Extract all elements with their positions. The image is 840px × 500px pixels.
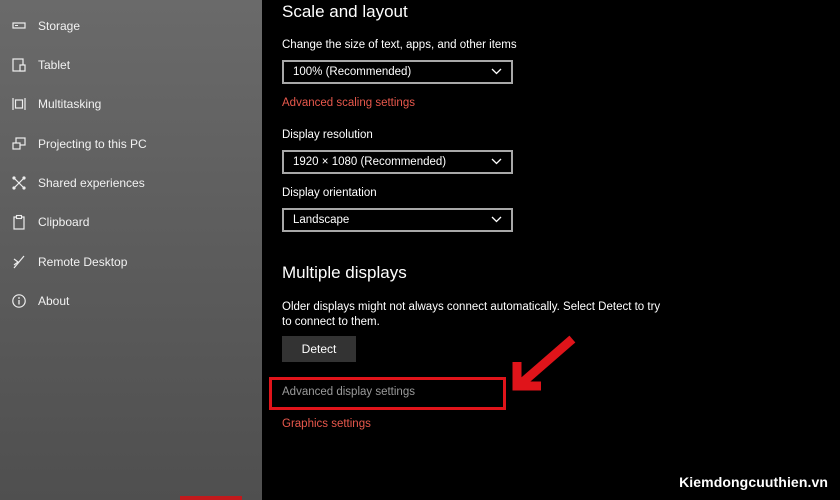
multiple-displays-description: Older displays might not always connect … (282, 301, 661, 328)
resolution-dropdown[interactable]: 1920 × 1080 (Recommended) (282, 150, 513, 174)
remote-desktop-icon (11, 254, 27, 270)
chevron-down-icon (491, 158, 502, 165)
sidebar-item-shared-experiences[interactable]: Shared experiences (0, 168, 262, 198)
sidebar-item-about[interactable]: About (0, 286, 262, 316)
sidebar-item-label: Remote Desktop (38, 255, 128, 269)
detect-button[interactable]: Detect (282, 336, 356, 362)
arrow-pointer-icon (512, 335, 576, 391)
sidebar-item-storage[interactable]: Storage (0, 11, 262, 41)
resolution-dropdown-value: 1920 × 1080 (Recommended) (293, 156, 447, 168)
scale-dropdown-value: 100% (Recommended) (293, 66, 412, 78)
sidebar-item-remote-desktop[interactable]: Remote Desktop (0, 247, 262, 277)
resolution-label: Display resolution (282, 129, 373, 141)
sidebar-item-label: Multitasking (38, 97, 102, 111)
clipboard-icon (11, 214, 27, 230)
advanced-display-settings-link[interactable]: Advanced display settings (282, 386, 415, 398)
section-heading-scale: Scale and layout (282, 2, 408, 21)
section-heading-multiple-displays: Multiple displays (282, 263, 407, 282)
graphics-settings-link[interactable]: Graphics settings (282, 418, 371, 430)
projecting-icon (11, 136, 27, 152)
sidebar-item-label: Clipboard (38, 215, 90, 229)
multitasking-icon (11, 96, 27, 112)
size-label: Change the size of text, apps, and other… (282, 39, 517, 51)
settings-content: Scale and layout Change the size of text… (262, 0, 840, 500)
info-icon (11, 293, 27, 309)
chevron-down-icon (491, 216, 502, 223)
orientation-dropdown[interactable]: Landscape (282, 208, 513, 232)
watermark: Kiemdongcuuthien.vn (679, 474, 828, 490)
tablet-icon (11, 57, 27, 73)
sidebar-item-projecting[interactable]: Projecting to this PC (0, 129, 262, 159)
orientation-dropdown-value: Landscape (293, 214, 350, 226)
sidebar-item-label: Storage (38, 19, 81, 33)
sidebar-item-label: Tablet (38, 58, 71, 72)
sidebar-scroll-indicator (180, 496, 242, 500)
scale-dropdown[interactable]: 100% (Recommended) (282, 60, 513, 84)
orientation-label: Display orientation (282, 187, 377, 199)
sidebar-item-label: About (38, 294, 70, 308)
sidebar-item-multitasking[interactable]: Multitasking (0, 89, 262, 119)
sidebar-item-clipboard[interactable]: Clipboard (0, 207, 262, 237)
shared-experiences-icon (11, 175, 27, 191)
sidebar-item-label: Projecting to this PC (38, 137, 147, 151)
storage-icon (11, 18, 27, 34)
advanced-scaling-link[interactable]: Advanced scaling settings (282, 97, 415, 109)
sidebar-item-label: Shared experiences (38, 176, 145, 190)
sidebar-item-tablet[interactable]: Tablet (0, 50, 262, 80)
sidebar: Storage Tablet Multitasking Projecting t… (0, 0, 262, 500)
chevron-down-icon (491, 68, 502, 75)
